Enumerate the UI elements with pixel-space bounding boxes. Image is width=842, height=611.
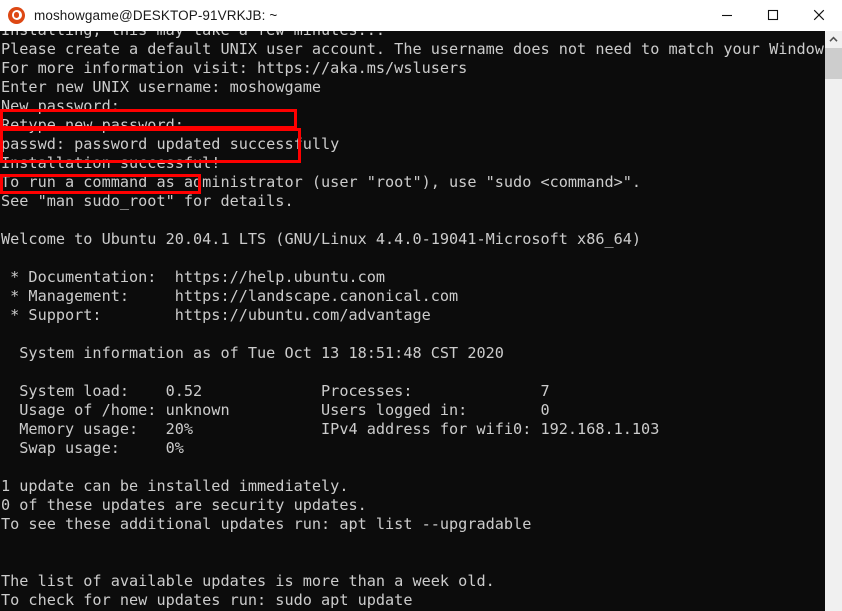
terminal-lines: Installing, this may take a few minutes.… [0,31,825,611]
terminal-line: * Management: https://landscape.canonica… [1,287,459,305]
terminal-line: System information as of Tue Oct 13 18:5… [1,344,504,362]
terminal-line: System load: 0.52 Processes: 7 [1,382,550,400]
scrollbar-track[interactable] [825,48,842,611]
maximize-icon [767,9,779,21]
terminal-line: Retype new password: [1,116,184,134]
terminal-line: Installing, this may take a few minutes.… [0,31,825,40]
terminal-line: New password: [1,97,120,115]
terminal-line: passwd: password updated successfully [1,135,340,153]
titlebar[interactable]: moshowgame@DESKTOP-91VRKJB: ~ [0,0,842,31]
terminal-line: Usage of /home: unknown Users logged in:… [1,401,550,419]
scroll-up-button[interactable] [825,31,842,48]
maximize-button[interactable] [750,0,796,30]
terminal-line: To check for new updates run: sudo apt u… [1,591,413,609]
terminal-line: * Documentation: https://help.ubuntu.com [1,268,386,286]
terminal-line: To see these additional updates run: apt… [1,515,532,533]
scrollbar-thumb[interactable] [825,48,842,79]
terminal-line: Swap usage: 0% [1,439,184,457]
terminal-line: Welcome to Ubuntu 20.04.1 LTS (GNU/Linux… [1,230,642,248]
window-controls [704,0,842,30]
terminal-line: 1 update can be installed immediately. [1,477,349,495]
terminal-line: Memory usage: 20% IPv4 address for wifi0… [1,420,660,438]
close-button[interactable] [796,0,842,30]
chevron-up-icon [829,36,838,42]
terminal-line: The list of available updates is more th… [1,572,495,590]
terminal-line: See "man sudo_root" for details. [1,192,294,210]
terminal-line: Please create a default UNIX user accoun… [1,40,825,58]
vertical-scrollbar[interactable] [825,31,842,611]
close-icon [813,9,825,21]
terminal-window: moshowgame@DESKTOP-91VRKJB: ~ Please cre… [0,0,842,611]
terminal-line: To run a command as administrator (user … [1,173,642,191]
terminal-line: * Support: https://ubuntu.com/advantage [1,306,431,324]
terminal-line: For more information visit: https://aka.… [1,59,468,77]
window-title: moshowgame@DESKTOP-91VRKJB: ~ [34,7,278,23]
terminal-line: 0 of these updates are security updates. [1,496,367,514]
minimize-icon [722,14,732,17]
terminal-line: Enter new UNIX username: moshowgame [1,78,322,96]
terminal-line: Installation successful! [1,154,221,172]
terminal-output[interactable]: Installing, this may take a few minutes.… [0,31,825,611]
minimize-button[interactable] [704,0,750,30]
terminal-area: Installing, this may take a few minutes.… [0,31,842,611]
titlebar-left: moshowgame@DESKTOP-91VRKJB: ~ [0,6,704,24]
ubuntu-logo-icon [8,6,25,24]
